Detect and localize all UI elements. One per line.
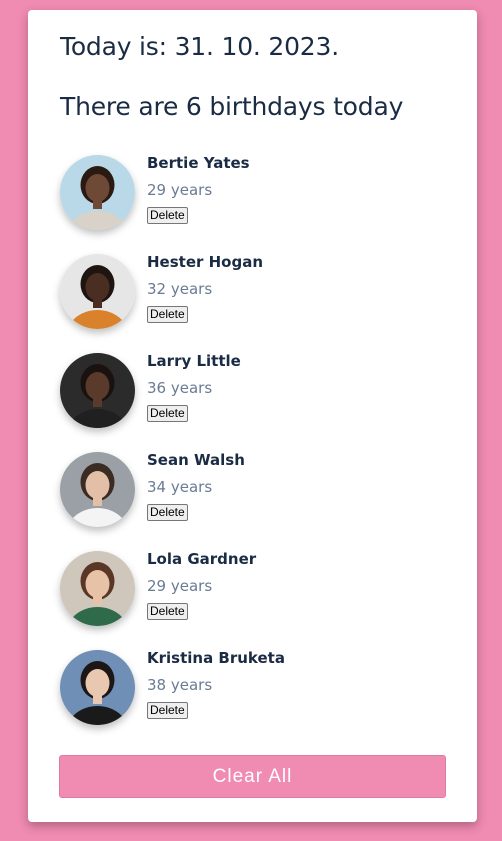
avatar [60, 254, 135, 329]
portrait-image [60, 155, 135, 230]
delete-button[interactable]: Delete [147, 207, 188, 224]
person-item: Bertie Yates 29 years Delete [60, 153, 450, 252]
person-item: Kristina Bruketa 38 years Delete [60, 648, 450, 747]
person-name: Bertie Yates [147, 154, 250, 172]
delete-button[interactable]: Delete [147, 603, 188, 620]
today-date-heading: Today is: 31. 10. 2023. [60, 32, 339, 61]
person-age: 36 years [147, 379, 213, 397]
person-name: Lola Gardner [147, 550, 257, 568]
birthday-card: Today is: 31. 10. 2023. There are 6 birt… [28, 10, 477, 822]
person-age: 29 years [147, 181, 213, 199]
avatar [60, 551, 135, 626]
portrait-image [60, 254, 135, 329]
person-name: Hester Hogan [147, 253, 264, 271]
avatar [60, 353, 135, 428]
person-name: Kristina Bruketa [147, 649, 285, 667]
avatar [60, 650, 135, 725]
person-age: 38 years [147, 676, 213, 694]
delete-button[interactable]: Delete [147, 702, 188, 719]
portrait-image [60, 452, 135, 527]
person-age: 34 years [147, 478, 213, 496]
person-item: Larry Little 36 years Delete [60, 351, 450, 450]
avatar [60, 155, 135, 230]
portrait-image [60, 650, 135, 725]
person-age: 29 years [147, 577, 213, 595]
delete-button[interactable]: Delete [147, 306, 188, 323]
birthday-list: Bertie Yates 29 years Delete Hester Hoga… [60, 153, 450, 747]
delete-button[interactable]: Delete [147, 504, 188, 521]
avatar [60, 452, 135, 527]
portrait-image [60, 353, 135, 428]
person-name: Sean Walsh [147, 451, 245, 469]
delete-button[interactable]: Delete [147, 405, 188, 422]
person-item: Sean Walsh 34 years Delete [60, 450, 450, 549]
clear-all-button[interactable]: Clear All [59, 755, 446, 798]
person-item: Hester Hogan 32 years Delete [60, 252, 450, 351]
person-name: Larry Little [147, 352, 241, 370]
person-item: Lola Gardner 29 years Delete [60, 549, 450, 648]
person-age: 32 years [147, 280, 213, 298]
birthday-count-heading: There are 6 birthdays today [60, 92, 404, 121]
portrait-image [60, 551, 135, 626]
